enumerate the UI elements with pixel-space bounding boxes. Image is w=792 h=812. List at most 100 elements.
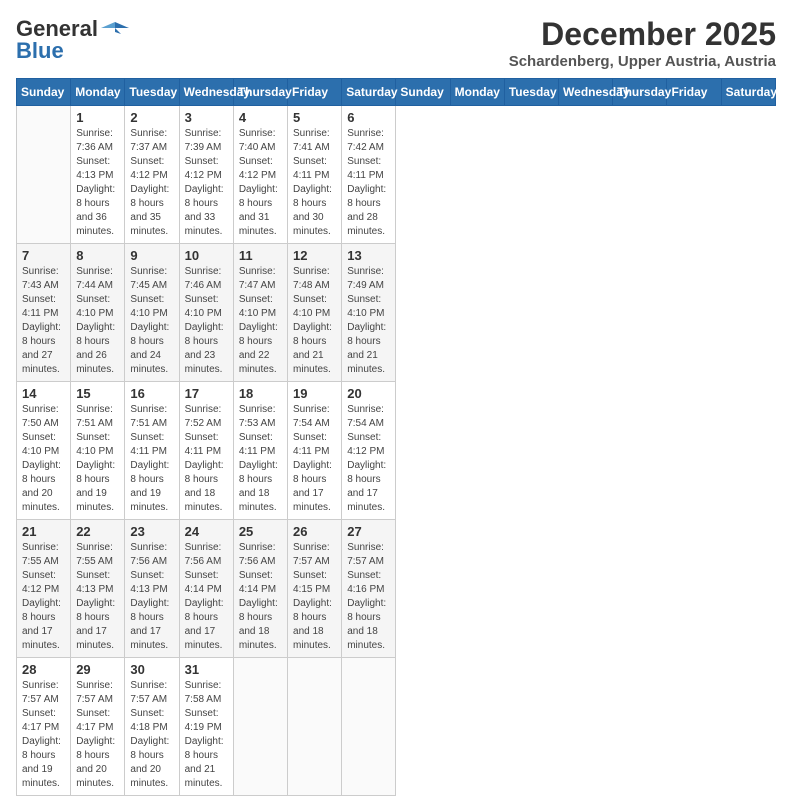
calendar-table: SundayMondayTuesdayWednesdayThursdayFrid…	[16, 78, 776, 796]
cell-info: Sunrise: 7:57 AM Sunset: 4:17 PM Dayligh…	[22, 679, 65, 791]
day-number: 12	[293, 248, 336, 263]
calendar-cell: 7 Sunrise: 7:43 AM Sunset: 4:11 PM Dayli…	[17, 244, 71, 382]
col-header-sunday: Sunday	[396, 79, 450, 106]
cell-info: Sunrise: 7:41 AM Sunset: 4:11 PM Dayligh…	[293, 127, 336, 239]
daylight-text: Daylight: 8 hours and 18 minutes.	[293, 598, 332, 651]
cell-info: Sunrise: 7:40 AM Sunset: 4:12 PM Dayligh…	[239, 127, 282, 239]
day-number: 26	[293, 524, 336, 539]
cell-info: Sunrise: 7:57 AM Sunset: 4:18 PM Dayligh…	[130, 679, 173, 791]
day-number: 27	[347, 524, 390, 539]
day-number: 29	[76, 662, 119, 677]
sunrise-text: Sunrise: 7:56 AM	[185, 542, 222, 567]
sunset-text: Sunset: 4:10 PM	[76, 432, 113, 457]
calendar-cell: 26 Sunrise: 7:57 AM Sunset: 4:15 PM Dayl…	[288, 520, 342, 658]
col-header-saturday: Saturday	[342, 79, 396, 106]
sunrise-text: Sunrise: 7:57 AM	[293, 542, 330, 567]
cell-info: Sunrise: 7:52 AM Sunset: 4:11 PM Dayligh…	[185, 403, 228, 515]
daylight-text: Daylight: 8 hours and 20 minutes.	[22, 460, 61, 513]
day-number: 21	[22, 524, 65, 539]
sunset-text: Sunset: 4:10 PM	[347, 294, 384, 319]
sunrise-text: Sunrise: 7:51 AM	[76, 404, 113, 429]
cell-info: Sunrise: 7:46 AM Sunset: 4:10 PM Dayligh…	[185, 265, 228, 377]
cell-info: Sunrise: 7:55 AM Sunset: 4:13 PM Dayligh…	[76, 541, 119, 653]
sunrise-text: Sunrise: 7:57 AM	[76, 680, 113, 705]
sunrise-text: Sunrise: 7:54 AM	[347, 404, 384, 429]
sunset-text: Sunset: 4:15 PM	[293, 570, 330, 595]
cell-info: Sunrise: 7:51 AM Sunset: 4:11 PM Dayligh…	[130, 403, 173, 515]
col-header-monday: Monday	[450, 79, 504, 106]
daylight-text: Daylight: 8 hours and 26 minutes.	[76, 322, 115, 375]
sunrise-text: Sunrise: 7:39 AM	[185, 128, 222, 153]
sunset-text: Sunset: 4:12 PM	[130, 156, 167, 181]
sunrise-text: Sunrise: 7:55 AM	[76, 542, 113, 567]
calendar-week-row: 28 Sunrise: 7:57 AM Sunset: 4:17 PM Dayl…	[17, 658, 776, 796]
sunset-text: Sunset: 4:11 PM	[185, 432, 222, 457]
sunrise-text: Sunrise: 7:56 AM	[239, 542, 276, 567]
cell-info: Sunrise: 7:37 AM Sunset: 4:12 PM Dayligh…	[130, 127, 173, 239]
cell-info: Sunrise: 7:57 AM Sunset: 4:15 PM Dayligh…	[293, 541, 336, 653]
calendar-cell	[288, 658, 342, 796]
daylight-text: Daylight: 8 hours and 28 minutes.	[347, 184, 386, 237]
calendar-cell: 12 Sunrise: 7:48 AM Sunset: 4:10 PM Dayl…	[288, 244, 342, 382]
day-number: 17	[185, 386, 228, 401]
sunrise-text: Sunrise: 7:54 AM	[293, 404, 330, 429]
daylight-text: Daylight: 8 hours and 33 minutes.	[185, 184, 224, 237]
daylight-text: Daylight: 8 hours and 19 minutes.	[76, 460, 115, 513]
sunset-text: Sunset: 4:11 PM	[22, 294, 59, 319]
calendar-cell: 18 Sunrise: 7:53 AM Sunset: 4:11 PM Dayl…	[233, 382, 287, 520]
sunrise-text: Sunrise: 7:51 AM	[130, 404, 167, 429]
calendar-cell	[342, 658, 396, 796]
calendar-cell: 11 Sunrise: 7:47 AM Sunset: 4:10 PM Dayl…	[233, 244, 287, 382]
col-header-thursday: Thursday	[233, 79, 287, 106]
cell-info: Sunrise: 7:57 AM Sunset: 4:17 PM Dayligh…	[76, 679, 119, 791]
calendar-cell: 29 Sunrise: 7:57 AM Sunset: 4:17 PM Dayl…	[71, 658, 125, 796]
daylight-text: Daylight: 8 hours and 36 minutes.	[76, 184, 115, 237]
daylight-text: Daylight: 8 hours and 17 minutes.	[76, 598, 115, 651]
calendar-cell: 5 Sunrise: 7:41 AM Sunset: 4:11 PM Dayli…	[288, 106, 342, 244]
col-header-sunday: Sunday	[17, 79, 71, 106]
sunrise-text: Sunrise: 7:49 AM	[347, 266, 384, 291]
daylight-text: Daylight: 8 hours and 18 minutes.	[185, 460, 224, 513]
cell-info: Sunrise: 7:48 AM Sunset: 4:10 PM Dayligh…	[293, 265, 336, 377]
sunset-text: Sunset: 4:10 PM	[130, 294, 167, 319]
cell-info: Sunrise: 7:56 AM Sunset: 4:14 PM Dayligh…	[239, 541, 282, 653]
calendar-cell: 17 Sunrise: 7:52 AM Sunset: 4:11 PM Dayl…	[179, 382, 233, 520]
sunset-text: Sunset: 4:16 PM	[347, 570, 384, 595]
logo-bird-icon	[101, 18, 129, 40]
sunset-text: Sunset: 4:12 PM	[185, 156, 222, 181]
sunrise-text: Sunrise: 7:36 AM	[76, 128, 113, 153]
sunset-text: Sunset: 4:10 PM	[293, 294, 330, 319]
calendar-cell: 3 Sunrise: 7:39 AM Sunset: 4:12 PM Dayli…	[179, 106, 233, 244]
calendar-cell: 15 Sunrise: 7:51 AM Sunset: 4:10 PM Dayl…	[71, 382, 125, 520]
col-header-wednesday: Wednesday	[559, 79, 613, 106]
daylight-text: Daylight: 8 hours and 17 minutes.	[185, 598, 224, 651]
sunset-text: Sunset: 4:17 PM	[76, 708, 113, 733]
col-header-monday: Monday	[71, 79, 125, 106]
col-header-tuesday: Tuesday	[125, 79, 179, 106]
daylight-text: Daylight: 8 hours and 18 minutes.	[239, 598, 278, 651]
calendar-cell: 2 Sunrise: 7:37 AM Sunset: 4:12 PM Dayli…	[125, 106, 179, 244]
sunset-text: Sunset: 4:11 PM	[130, 432, 167, 457]
day-number: 30	[130, 662, 173, 677]
calendar-week-row: 1 Sunrise: 7:36 AM Sunset: 4:13 PM Dayli…	[17, 106, 776, 244]
sunset-text: Sunset: 4:10 PM	[239, 294, 276, 319]
sunrise-text: Sunrise: 7:46 AM	[185, 266, 222, 291]
day-number: 31	[185, 662, 228, 677]
day-number: 11	[239, 248, 282, 263]
daylight-text: Daylight: 8 hours and 18 minutes.	[239, 460, 278, 513]
daylight-text: Daylight: 8 hours and 27 minutes.	[22, 322, 61, 375]
calendar-week-row: 7 Sunrise: 7:43 AM Sunset: 4:11 PM Dayli…	[17, 244, 776, 382]
day-number: 1	[76, 110, 119, 125]
calendar-cell: 28 Sunrise: 7:57 AM Sunset: 4:17 PM Dayl…	[17, 658, 71, 796]
calendar-cell: 1 Sunrise: 7:36 AM Sunset: 4:13 PM Dayli…	[71, 106, 125, 244]
calendar-cell: 9 Sunrise: 7:45 AM Sunset: 4:10 PM Dayli…	[125, 244, 179, 382]
calendar-cell: 23 Sunrise: 7:56 AM Sunset: 4:13 PM Dayl…	[125, 520, 179, 658]
day-number: 13	[347, 248, 390, 263]
calendar-week-row: 14 Sunrise: 7:50 AM Sunset: 4:10 PM Dayl…	[17, 382, 776, 520]
sunrise-text: Sunrise: 7:53 AM	[239, 404, 276, 429]
calendar-cell: 13 Sunrise: 7:49 AM Sunset: 4:10 PM Dayl…	[342, 244, 396, 382]
sunrise-text: Sunrise: 7:56 AM	[130, 542, 167, 567]
sunrise-text: Sunrise: 7:57 AM	[347, 542, 384, 567]
day-number: 28	[22, 662, 65, 677]
title-section: December 2025 Schardenberg, Upper Austri…	[509, 16, 776, 70]
